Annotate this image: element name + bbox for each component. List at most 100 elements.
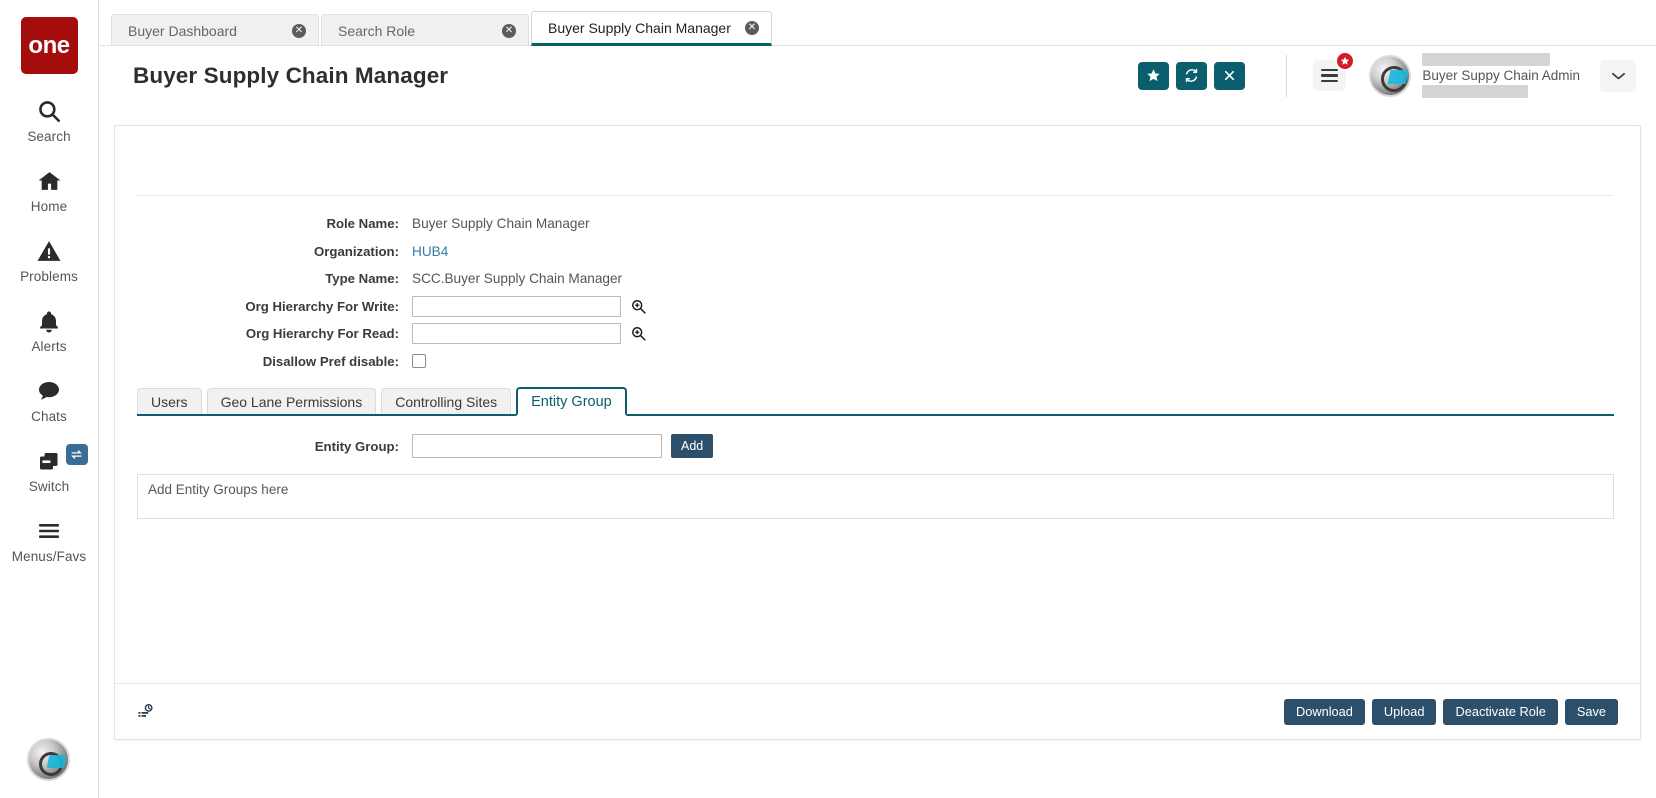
sidebar-item-label: Search bbox=[27, 129, 71, 144]
star-icon bbox=[1341, 56, 1350, 65]
redacted-bar-bottom bbox=[1422, 85, 1529, 98]
type-name-value: SCC.Buyer Supply Chain Manager bbox=[412, 271, 623, 287]
sidebar-item-label: Home bbox=[30, 199, 68, 214]
user-block: Buyer Suppy Chain Admin bbox=[1422, 50, 1580, 102]
field-label: Disallow Pref disable: bbox=[262, 353, 399, 369]
bell-icon bbox=[37, 306, 61, 336]
app-root: one Search Home Problems Alerts Chats Sw… bbox=[0, 0, 1656, 798]
tab-users[interactable]: Users bbox=[137, 388, 202, 414]
close-icon[interactable]: ✕ bbox=[292, 23, 306, 38]
user-name: Buyer Suppy Chain Admin bbox=[1422, 68, 1580, 83]
sidebar-item-menus-favs[interactable]: Menus/Favs bbox=[0, 516, 99, 564]
home-icon bbox=[36, 166, 63, 196]
search-lookup-icon[interactable] bbox=[630, 298, 647, 315]
save-button[interactable]: Save bbox=[1564, 698, 1618, 725]
header-divider bbox=[1286, 54, 1288, 97]
entity-group-input[interactable] bbox=[412, 434, 662, 458]
disallow-pref-disable-checkbox[interactable] bbox=[412, 354, 426, 369]
field-label: Type Name: bbox=[325, 271, 399, 287]
main-area: Buyer Dashboard ✕ Search Role ✕ Buyer Su… bbox=[99, 0, 1656, 798]
switch-icon bbox=[36, 446, 62, 476]
app-logo[interactable]: one bbox=[20, 17, 78, 74]
page-title: Buyer Supply Chain Manager bbox=[133, 62, 449, 88]
tab-label: Geo Lane Permissions bbox=[220, 393, 363, 410]
close-icon[interactable]: ✕ bbox=[502, 23, 516, 38]
x-icon bbox=[1225, 70, 1235, 81]
tab-entity-group[interactable]: Entity Group bbox=[516, 387, 627, 416]
sidebar-item-problems[interactable]: Problems bbox=[0, 236, 99, 284]
org-hierarchy-read-input[interactable] bbox=[412, 323, 621, 345]
search-lookup-icon[interactable] bbox=[630, 325, 647, 342]
role-form: Role Name: Buyer Supply Chain Manager Or… bbox=[115, 210, 1640, 375]
chevron-down-icon[interactable] bbox=[1600, 59, 1636, 92]
card-divider bbox=[137, 195, 1614, 196]
hamburger-icon bbox=[36, 516, 62, 546]
sidebar-item-chats[interactable]: Chats bbox=[0, 376, 99, 424]
sidebar-item-label: Alerts bbox=[31, 339, 67, 354]
upload-button[interactable]: Upload bbox=[1371, 698, 1437, 725]
detail-tabs: Users Geo Lane Permissions Controlling S… bbox=[137, 387, 1614, 416]
warning-icon bbox=[36, 236, 62, 266]
tab-label: Entity Group bbox=[531, 393, 612, 410]
form-row-org-hierarchy-write: Org Hierarchy For Write: bbox=[115, 293, 1640, 321]
refresh-icon bbox=[1186, 68, 1198, 83]
left-sidebar: one Search Home Problems Alerts Chats Sw… bbox=[0, 0, 99, 798]
organization-link[interactable]: HUB4 bbox=[412, 244, 448, 259]
footer-buttons: Download Upload Deactivate Role Save bbox=[1284, 698, 1618, 725]
redacted-bar-top bbox=[1422, 53, 1551, 66]
tab-label: Controlling Sites bbox=[395, 393, 498, 410]
form-row-type-name: Type Name: SCC.Buyer Supply Chain Manage… bbox=[115, 265, 1640, 293]
sidebar-item-home[interactable]: Home bbox=[0, 166, 99, 214]
status-badge bbox=[1335, 51, 1356, 71]
field-label: Role Name: bbox=[326, 216, 399, 232]
entity-group-row: Entity Group: Add bbox=[115, 434, 714, 458]
tab-geo-lane-permissions[interactable]: Geo Lane Permissions bbox=[206, 388, 377, 414]
tab-label: Buyer Dashboard bbox=[128, 22, 237, 39]
content-card: Role Name: Buyer Supply Chain Manager Or… bbox=[114, 125, 1641, 740]
sidebar-item-switch[interactable]: Switch bbox=[0, 444, 99, 494]
sidebar-avatar[interactable] bbox=[27, 738, 70, 781]
field-label: Organization: bbox=[314, 243, 399, 259]
close-icon[interactable]: ✕ bbox=[744, 20, 759, 35]
tab-label: Users bbox=[151, 393, 188, 410]
org-hierarchy-write-input[interactable] bbox=[412, 295, 621, 317]
tab-label: Search Role bbox=[338, 22, 416, 39]
entity-group-label: Entity Group: bbox=[314, 438, 399, 454]
deactivate-role-button[interactable]: Deactivate Role bbox=[1443, 698, 1558, 725]
form-row-org-hierarchy-read: Org Hierarchy For Read: bbox=[115, 320, 1640, 348]
browser-tab-strip: Buyer Dashboard ✕ Search Role ✕ Buyer Su… bbox=[111, 11, 774, 46]
avatar[interactable] bbox=[1369, 54, 1412, 97]
form-row-organization: Organization: HUB4 bbox=[115, 238, 1640, 266]
entity-group-dropzone[interactable]: Add Entity Groups here bbox=[137, 474, 1614, 519]
page-header: Buyer Supply Chain Manager Buyer Suppy C… bbox=[99, 46, 1656, 105]
star-icon bbox=[1147, 69, 1161, 82]
tab-label: Buyer Supply Chain Manager bbox=[548, 19, 731, 36]
sidebar-item-alerts[interactable]: Alerts bbox=[0, 306, 99, 354]
favorite-button[interactable] bbox=[1138, 61, 1170, 90]
close-button[interactable] bbox=[1214, 61, 1246, 90]
form-row-disallow-pref-disable: Disallow Pref disable: bbox=[115, 348, 1640, 376]
sidebar-item-search[interactable]: Search bbox=[0, 96, 99, 144]
tab-search-role[interactable]: Search Role ✕ bbox=[321, 14, 529, 46]
form-row-role-name: Role Name: Buyer Supply Chain Manager bbox=[115, 210, 1640, 238]
audit-log-icon[interactable] bbox=[137, 703, 155, 721]
sidebar-item-label: Menus/Favs bbox=[11, 549, 87, 564]
tab-buyer-supply-chain-manager[interactable]: Buyer Supply Chain Manager ✕ bbox=[531, 11, 772, 46]
tab-buyer-dashboard[interactable]: Buyer Dashboard ✕ bbox=[111, 14, 319, 46]
download-button[interactable]: Download bbox=[1284, 698, 1365, 725]
swap-arrows-icon[interactable] bbox=[65, 444, 88, 465]
refresh-button[interactable] bbox=[1176, 61, 1208, 90]
field-label: Org Hierarchy For Read: bbox=[245, 326, 399, 342]
role-name-value: Buyer Supply Chain Manager bbox=[412, 216, 590, 232]
chat-icon bbox=[36, 376, 62, 406]
field-label: Org Hierarchy For Write: bbox=[245, 298, 399, 314]
card-footer: Download Upload Deactivate Role Save bbox=[115, 683, 1640, 739]
menu-button[interactable] bbox=[1313, 51, 1356, 91]
tab-controlling-sites[interactable]: Controlling Sites bbox=[381, 388, 512, 414]
sidebar-item-label: Chats bbox=[31, 409, 67, 424]
sidebar-item-label: Problems bbox=[20, 269, 78, 284]
search-icon bbox=[36, 96, 62, 126]
sidebar-item-label: Switch bbox=[28, 479, 70, 494]
add-button[interactable]: Add bbox=[671, 434, 714, 458]
header-actions: Buyer Suppy Chain Admin bbox=[1131, 46, 1656, 105]
